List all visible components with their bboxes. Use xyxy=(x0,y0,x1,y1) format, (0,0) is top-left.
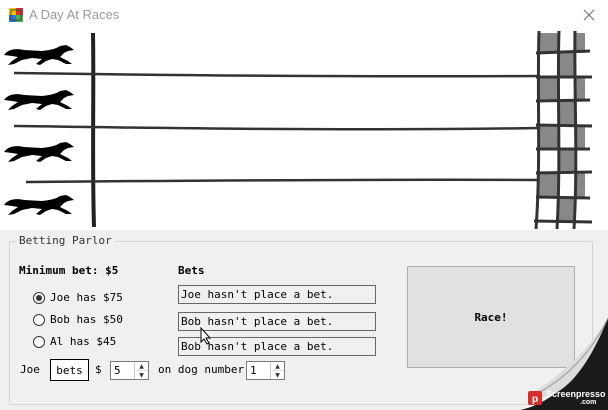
radio-al[interactable] xyxy=(33,336,45,348)
dog-number-value[interactable]: 1 xyxy=(250,364,257,377)
dollar-label: $ xyxy=(95,363,102,376)
watermark-subtext: .com xyxy=(580,399,597,406)
greyhound-icon xyxy=(4,90,74,110)
dog-number-stepper[interactable]: 1 ▲ ▼ xyxy=(246,361,285,380)
stepper-up-icon[interactable]: ▲ xyxy=(271,362,284,371)
minimum-bet-label: Minimum bet: $5 xyxy=(19,264,119,277)
stepper-up-icon[interactable]: ▲ xyxy=(135,362,148,371)
radio-joe[interactable] xyxy=(33,292,45,304)
svg-text:p: p xyxy=(532,394,538,405)
close-icon xyxy=(583,9,595,21)
track-drawing xyxy=(13,31,593,230)
bettor-name-label: Joe xyxy=(20,363,40,376)
close-button[interactable] xyxy=(574,3,604,27)
stepper-arrows: ▲ ▼ xyxy=(134,362,148,379)
window-title: A Day At Races xyxy=(29,7,120,22)
greyhound-icon xyxy=(4,195,74,215)
radio-selected-dot xyxy=(36,295,42,301)
radio-joe-label[interactable]: Joe has $75 xyxy=(50,291,123,304)
title-bar: A Day At Races xyxy=(0,0,608,32)
bets-button[interactable]: bets xyxy=(50,359,89,381)
race-track xyxy=(0,31,608,230)
stepper-down-icon[interactable]: ▼ xyxy=(271,371,284,379)
finish-line xyxy=(533,31,593,230)
app-icon xyxy=(9,8,23,22)
radio-bob-label[interactable]: Bob has $50 xyxy=(50,313,123,326)
radio-al-label[interactable]: Al has $45 xyxy=(50,335,116,348)
stepper-arrows: ▲ ▼ xyxy=(270,362,284,379)
joe-bet-label: Joe hasn't place a bet. xyxy=(178,285,376,304)
mouse-cursor-icon xyxy=(200,327,212,345)
greyhound-icon xyxy=(4,142,74,162)
watermark-text: Screenpresso xyxy=(546,389,606,399)
bets-header: Bets xyxy=(178,264,205,277)
betting-parlor-label: Betting Parlor xyxy=(16,234,115,247)
radio-bob[interactable] xyxy=(33,314,45,326)
greyhound-icon xyxy=(4,45,74,65)
stepper-down-icon[interactable]: ▼ xyxy=(135,371,148,379)
on-dog-number-label: on dog number xyxy=(158,363,245,376)
bet-amount-stepper[interactable]: 5 ▲ ▼ xyxy=(110,361,149,380)
bet-amount-value[interactable]: 5 xyxy=(114,364,121,377)
